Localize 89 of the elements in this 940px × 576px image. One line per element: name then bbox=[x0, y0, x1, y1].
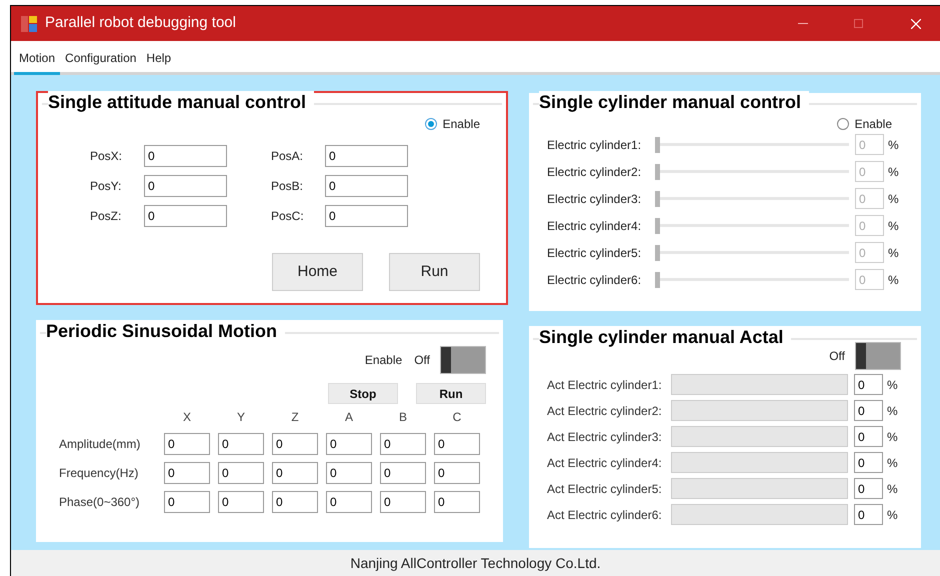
unit-label: % bbox=[887, 376, 898, 394]
cylinder-label: Act Electric cylinder5: bbox=[547, 480, 663, 498]
input-field[interactable]: 0 bbox=[218, 491, 264, 513]
input-field[interactable]: 0 bbox=[325, 205, 408, 227]
app-icon bbox=[21, 16, 37, 32]
column-header: Z bbox=[290, 409, 300, 426]
toggle-label: Off bbox=[414, 352, 430, 369]
cylinder-label: Act Electric cylinder3: bbox=[547, 428, 663, 446]
input-field[interactable]: 0 bbox=[380, 491, 426, 513]
input-field[interactable]: 0 bbox=[272, 462, 318, 484]
enable-radio[interactable]: Enable bbox=[424, 115, 480, 133]
row-label: Phase(0~360°) bbox=[59, 494, 141, 511]
unit-label: % bbox=[887, 402, 898, 420]
input-field[interactable]: 0 bbox=[854, 452, 883, 473]
input-field[interactable]: 0 bbox=[144, 145, 227, 167]
input-field[interactable]: 0 bbox=[326, 462, 372, 484]
action-button[interactable]: Run bbox=[416, 383, 486, 404]
unit-label: % bbox=[887, 454, 898, 472]
column-header: C bbox=[452, 409, 462, 426]
input-field[interactable]: 0 bbox=[380, 462, 426, 484]
enable-label: Enable bbox=[364, 352, 402, 369]
menu-tab[interactable]: Help bbox=[141, 43, 176, 75]
input-field[interactable]: 0 bbox=[164, 462, 210, 484]
input-field[interactable]: 0 bbox=[854, 400, 883, 421]
toggle-switch[interactable] bbox=[440, 346, 486, 374]
input-field[interactable]: 0 bbox=[854, 426, 883, 447]
row-label: Amplitude(mm) bbox=[59, 436, 142, 453]
close-icon[interactable] bbox=[911, 18, 921, 28]
field-label: PosX: bbox=[90, 148, 124, 165]
unit-label: % bbox=[888, 272, 899, 288]
input-field[interactable]: 0 bbox=[326, 491, 372, 513]
unit-label: % bbox=[888, 244, 899, 262]
input-field[interactable]: 0 bbox=[325, 145, 408, 167]
unit-label: % bbox=[888, 218, 899, 234]
input-field[interactable]: 0 bbox=[854, 478, 883, 499]
toggle-switch[interactable] bbox=[855, 342, 901, 370]
input-field[interactable]: 0 bbox=[164, 491, 210, 513]
cylinder-label: Electric cylinder5: bbox=[547, 244, 642, 262]
input-field[interactable]: 0 bbox=[326, 433, 372, 455]
menu-tab[interactable]: Configuration bbox=[60, 43, 142, 75]
input-field[interactable]: 0 bbox=[380, 433, 426, 455]
field-label: PosA: bbox=[271, 148, 304, 165]
field-label: PosY: bbox=[90, 178, 122, 195]
unit-label: % bbox=[888, 136, 899, 154]
unit-label: % bbox=[888, 164, 899, 180]
column-header: Y bbox=[236, 409, 246, 426]
input-field[interactable]: 0 bbox=[434, 491, 480, 513]
cylinder-label: Electric cylinder6: bbox=[547, 272, 642, 288]
cylinder-label: Act Electric cylinder4: bbox=[547, 454, 663, 472]
input-field[interactable]: 0 bbox=[434, 433, 480, 455]
input-field[interactable]: 0 bbox=[164, 433, 210, 455]
input-field[interactable]: 0 bbox=[272, 433, 318, 455]
minimize-icon[interactable] bbox=[798, 22, 808, 24]
input-field[interactable]: 0 bbox=[144, 175, 227, 197]
unit-label: % bbox=[887, 428, 898, 446]
input-field[interactable]: 0 bbox=[272, 491, 318, 513]
group-title: Single attitude manual control bbox=[48, 91, 314, 113]
field-label: PosZ: bbox=[90, 208, 122, 225]
status-text: Nanjing AllController Technology Co.Ltd. bbox=[350, 554, 601, 573]
unit-label: % bbox=[887, 480, 898, 498]
field-label: PosC: bbox=[271, 208, 305, 225]
input-field[interactable]: 0 bbox=[144, 205, 227, 227]
input-field[interactable]: 0 bbox=[434, 462, 480, 484]
cylinder-label: Act Electric cylinder2: bbox=[547, 402, 663, 420]
maximize-icon[interactable] bbox=[854, 19, 863, 28]
group-title: Single cylinder manual control bbox=[539, 91, 810, 113]
cylinder-label: Electric cylinder1: bbox=[547, 136, 642, 154]
cylinder-label: Electric cylinder4: bbox=[547, 218, 642, 234]
column-header: A bbox=[344, 409, 354, 426]
input-field[interactable]: 0 bbox=[325, 175, 408, 197]
cylinder-label: Electric cylinder2: bbox=[547, 164, 642, 180]
input-field[interactable]: 0 bbox=[854, 504, 883, 525]
input-field[interactable]: 0 bbox=[218, 462, 264, 484]
action-button[interactable]: Run bbox=[389, 253, 480, 291]
action-button[interactable]: Stop bbox=[328, 383, 398, 404]
input-field[interactable]: 0 bbox=[854, 374, 883, 395]
cylinder-label: Act Electric cylinder1: bbox=[547, 376, 663, 394]
column-header: X bbox=[182, 409, 192, 426]
window-title: Parallel robot debugging tool bbox=[45, 13, 236, 34]
unit-label: % bbox=[888, 190, 899, 208]
unit-label: % bbox=[887, 506, 898, 524]
row-label: Frequency(Hz) bbox=[59, 465, 140, 482]
toggle-label: Off bbox=[829, 348, 845, 365]
cylinder-label: Act Electric cylinder6: bbox=[547, 506, 663, 524]
input-field[interactable]: 0 bbox=[218, 433, 264, 455]
action-button[interactable]: Home bbox=[272, 253, 363, 291]
cylinder-label: Electric cylinder3: bbox=[547, 190, 642, 208]
column-header: B bbox=[398, 409, 408, 426]
field-label: PosB: bbox=[271, 178, 304, 195]
